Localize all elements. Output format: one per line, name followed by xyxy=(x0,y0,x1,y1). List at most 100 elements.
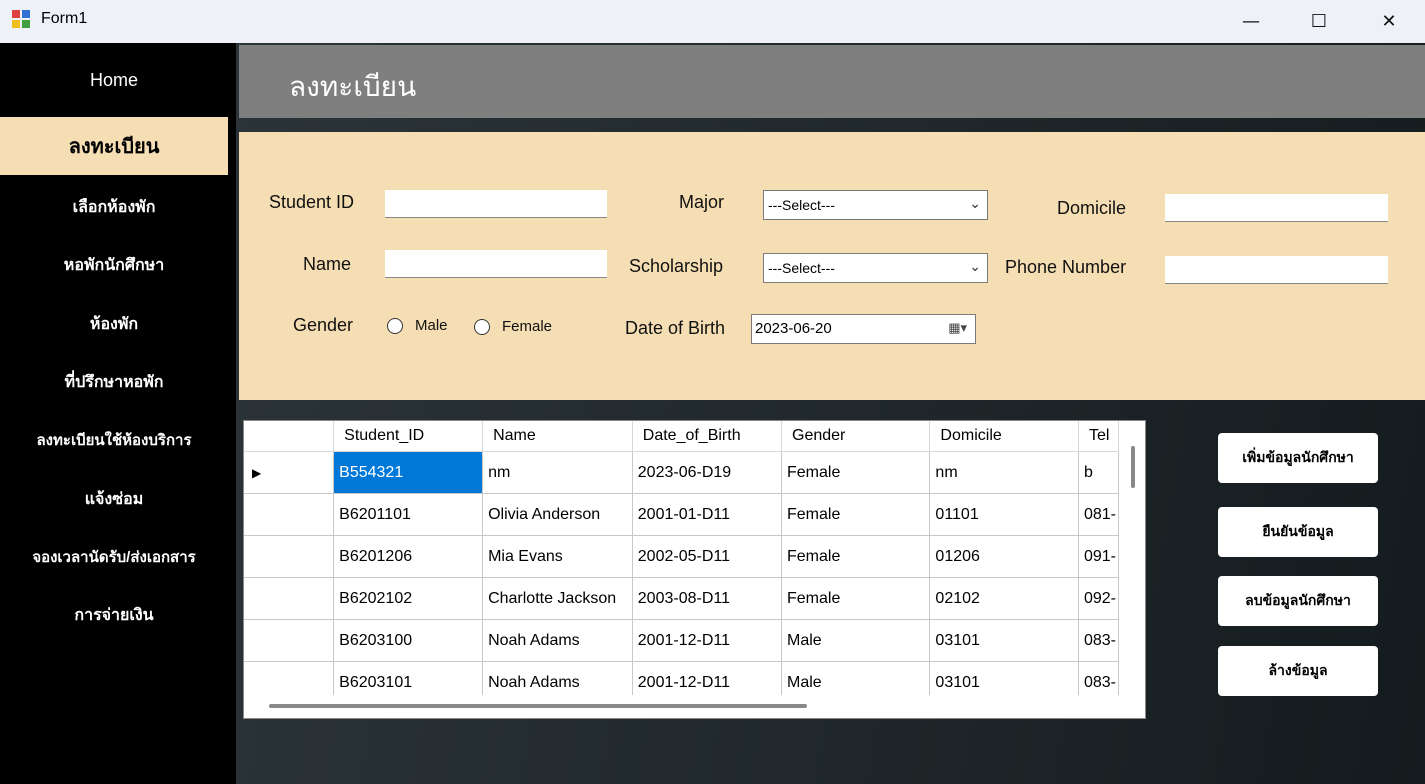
table-cell[interactable]: Mia Evans xyxy=(482,535,633,578)
table-cell[interactable]: B6203100 xyxy=(333,619,484,662)
major-select-value: ---Select--- xyxy=(768,197,835,213)
table-cell[interactable]: 092- xyxy=(1078,577,1119,620)
window-title: Form1 xyxy=(41,10,88,27)
table-cell[interactable]: 083- xyxy=(1078,661,1119,695)
table-cell[interactable]: 02102 xyxy=(929,577,1079,620)
table-cell[interactable]: Male xyxy=(781,619,931,662)
row-header-corner xyxy=(244,421,335,452)
row-header[interactable] xyxy=(244,661,335,695)
table-cell[interactable]: b xyxy=(1078,451,1119,494)
students-data-grid[interactable]: Student_ID Name Date_of_Birth Gender Dom… xyxy=(243,420,1146,719)
registration-form: Student ID Name Gender Male Female Major… xyxy=(239,132,1425,400)
table-cell[interactable]: 2003-08-D11 xyxy=(632,577,783,620)
major-select[interactable]: ---Select--- ⌄ xyxy=(763,190,988,220)
table-row[interactable]: B6203101 Noah Adams 2001-12-D11 Male 031… xyxy=(244,661,1119,695)
row-header[interactable] xyxy=(244,619,335,662)
table-cell[interactable]: 2002-05-D11 xyxy=(632,535,783,578)
dob-date-picker[interactable]: 2023-06-20 ▦▾ xyxy=(751,314,976,344)
student-id-field[interactable] xyxy=(385,190,607,218)
minimize-button[interactable]: — xyxy=(1217,0,1285,43)
table-row[interactable]: ▶ B554321 nm 2023-06-D19 Female nm b xyxy=(244,451,1119,494)
sidebar-item-repair[interactable]: แจ้งซ่อม xyxy=(0,470,228,528)
female-radio[interactable] xyxy=(474,319,490,335)
column-header[interactable]: Student_ID xyxy=(333,421,484,452)
table-cell[interactable]: 2023-06-D19 xyxy=(632,451,783,494)
table-cell[interactable]: 03101 xyxy=(929,619,1079,662)
table-cell[interactable]: Male xyxy=(781,661,931,695)
column-header[interactable]: Date_of_Birth xyxy=(632,421,783,452)
table-cell[interactable]: nm xyxy=(482,451,633,494)
row-header[interactable] xyxy=(244,577,335,620)
column-header[interactable]: Tel xyxy=(1078,421,1119,452)
male-radio-label[interactable]: Male xyxy=(415,317,448,334)
domicile-label: Domicile xyxy=(1057,198,1127,218)
dob-label: Date of Birth xyxy=(625,318,726,338)
table-row[interactable]: B6201206 Mia Evans 2002-05-D11 Female 01… xyxy=(244,535,1119,578)
scholarship-select-value: ---Select--- xyxy=(768,260,835,276)
table-row[interactable]: B6201101 Olivia Anderson 2001-01-D11 Fem… xyxy=(244,493,1119,536)
table-cell[interactable]: 2001-12-D11 xyxy=(632,661,783,695)
column-header[interactable]: Name xyxy=(482,421,633,452)
maximize-button[interactable]: ☐ xyxy=(1285,0,1353,43)
table-cell[interactable]: 03101 xyxy=(929,661,1079,695)
table-cell[interactable]: 01101 xyxy=(929,493,1079,536)
column-header[interactable]: Domicile xyxy=(929,421,1079,452)
table-cell[interactable]: 2001-01-D11 xyxy=(632,493,783,536)
table-cell[interactable]: 01206 xyxy=(929,535,1079,578)
row-header[interactable] xyxy=(244,493,335,536)
title-bar: Form1 — ☐ ✕ xyxy=(0,0,1425,43)
current-row-arrow-icon[interactable]: ▶ xyxy=(244,451,335,494)
column-header[interactable]: Gender xyxy=(781,421,931,452)
horizontal-scrollbar[interactable] xyxy=(269,704,807,708)
table-cell[interactable]: B6202102 xyxy=(333,577,484,620)
sidebar-item-service-room[interactable]: ลงทะเบียนใช้ห้องบริการ xyxy=(0,411,228,469)
sidebar-item-appointment[interactable]: จองเวลานัดรับ/ส่งเอกสาร xyxy=(0,528,228,586)
sidebar-item-dorm-advisor[interactable]: ที่ปรึกษาหอพัก xyxy=(0,353,228,411)
sidebar: Home ลงทะเบียน เลือกห้องพัก หอพักนักศึกษ… xyxy=(0,43,236,784)
table-cell[interactable]: 2001-12-D11 xyxy=(632,619,783,662)
table-cell[interactable]: Noah Adams xyxy=(482,661,633,695)
sidebar-item-select-room[interactable]: เลือกห้องพัก xyxy=(0,178,228,236)
sidebar-item-room[interactable]: ห้องพัก xyxy=(0,295,228,353)
scholarship-select[interactable]: ---Select--- ⌄ xyxy=(763,253,988,283)
delete-student-button[interactable]: ลบข้อมูลนักศึกษา xyxy=(1218,576,1378,626)
table-row[interactable]: B6203100 Noah Adams 2001-12-D11 Male 031… xyxy=(244,619,1119,662)
table-row[interactable]: B6202102 Charlotte Jackson 2003-08-D11 F… xyxy=(244,577,1119,620)
sidebar-item-payment[interactable]: การจ่ายเงิน xyxy=(0,586,228,644)
table-cell[interactable]: Female xyxy=(781,451,931,494)
table-cell[interactable]: Female xyxy=(781,577,931,620)
name-field[interactable] xyxy=(385,250,607,278)
table-cell[interactable]: B554321 xyxy=(333,451,484,494)
female-radio-label[interactable]: Female xyxy=(502,318,552,335)
sidebar-item-home[interactable]: Home xyxy=(0,51,228,109)
table-cell[interactable]: 083- xyxy=(1078,619,1119,662)
sidebar-item-dormitory[interactable]: หอพักนักศึกษา xyxy=(0,236,228,294)
add-student-button[interactable]: เพิ่มข้อมูลนักศึกษา xyxy=(1218,433,1378,483)
domicile-field[interactable] xyxy=(1165,194,1388,222)
row-header[interactable] xyxy=(244,535,335,578)
table-cell[interactable]: 091- xyxy=(1078,535,1119,578)
students-table: Student_ID Name Date_of_Birth Gender Dom… xyxy=(244,421,1119,695)
table-cell[interactable]: Charlotte Jackson xyxy=(482,577,633,620)
confirm-button[interactable]: ยืนยันข้อมูล xyxy=(1218,507,1378,557)
male-radio[interactable] xyxy=(387,318,403,334)
table-cell[interactable]: B6201206 xyxy=(333,535,484,578)
table-cell[interactable]: Olivia Anderson xyxy=(482,493,633,536)
table-cell[interactable]: Female xyxy=(781,493,931,536)
vertical-scrollbar[interactable] xyxy=(1131,446,1135,488)
phone-label: Phone Number xyxy=(1005,257,1127,277)
calendar-dropdown-icon[interactable]: ▦▾ xyxy=(948,320,967,336)
sidebar-item-register[interactable]: ลงทะเบียน xyxy=(0,117,228,175)
clear-button[interactable]: ล้างข้อมูล xyxy=(1218,646,1378,696)
table-cell[interactable]: Female xyxy=(781,535,931,578)
dob-value: 2023-06-20 xyxy=(755,320,832,337)
table-cell[interactable]: Noah Adams xyxy=(482,619,633,662)
table-header-row: Student_ID Name Date_of_Birth Gender Dom… xyxy=(244,421,1119,452)
table-cell[interactable]: B6203101 xyxy=(333,661,484,695)
close-button[interactable]: ✕ xyxy=(1355,0,1423,43)
scholarship-label: Scholarship xyxy=(629,256,724,276)
table-cell[interactable]: nm xyxy=(929,451,1079,494)
phone-field[interactable] xyxy=(1165,256,1388,284)
table-cell[interactable]: B6201101 xyxy=(333,493,484,536)
table-cell[interactable]: 081- xyxy=(1078,493,1119,536)
